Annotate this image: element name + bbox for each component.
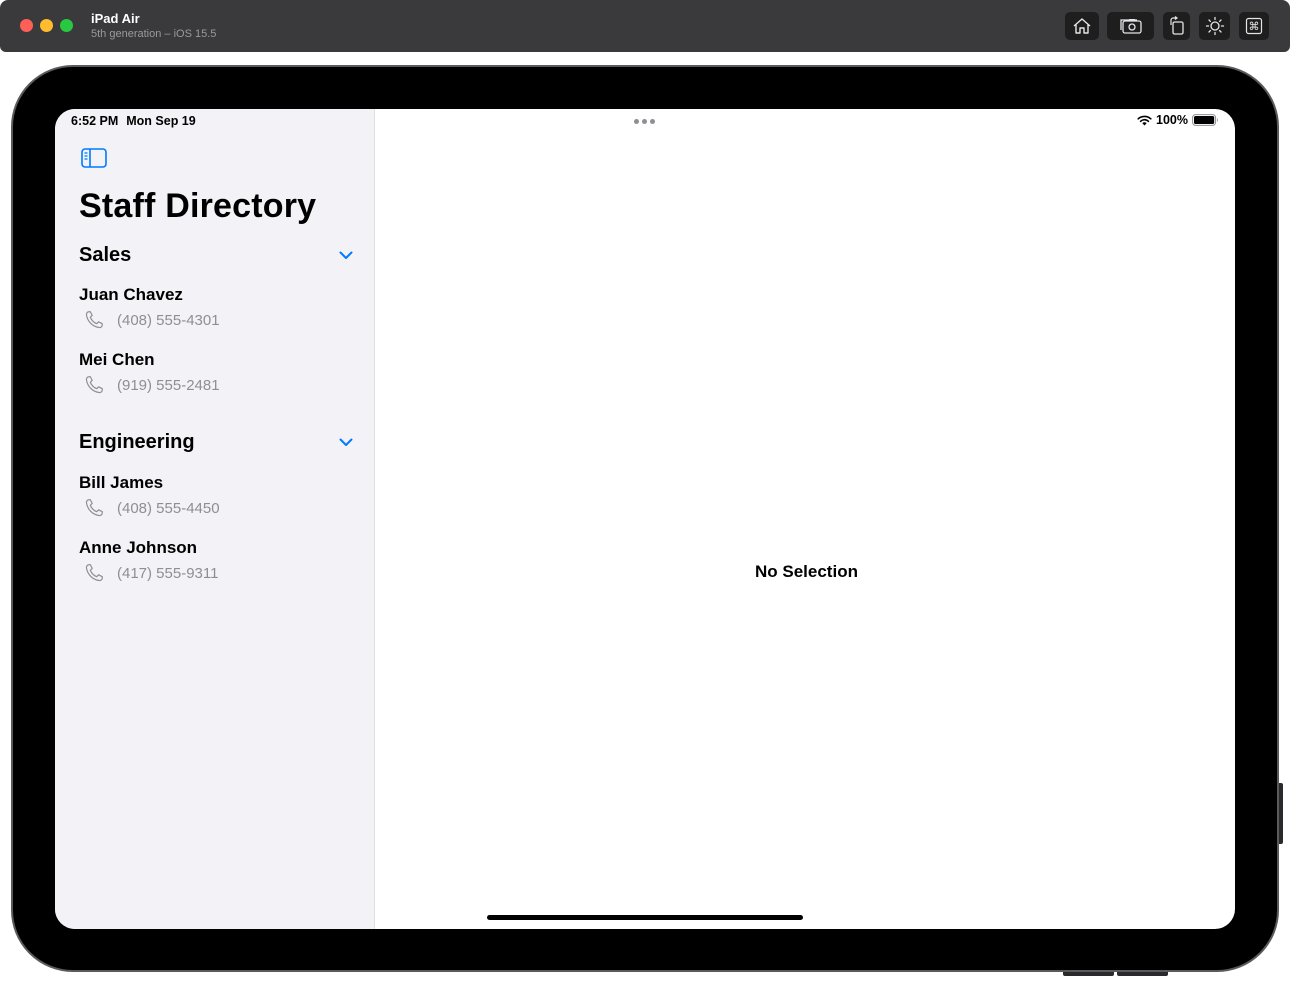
- home-button[interactable]: [1065, 12, 1099, 40]
- ipad-screen: 6:52 PM Mon Sep 19 Staff Directory Sales …: [55, 109, 1235, 929]
- phone-icon: [85, 311, 103, 329]
- page-title: Staff Directory: [79, 187, 317, 225]
- contact-name: Anne Johnson: [79, 538, 198, 557]
- device-button-right: [1117, 972, 1168, 976]
- multitasking-menu-button[interactable]: [634, 119, 655, 124]
- sidebar-toggle-button[interactable]: [81, 148, 107, 173]
- screenshot-button[interactable]: [1107, 12, 1154, 40]
- phone-icon: [85, 376, 103, 394]
- contact-phone: (919) 555-2481: [117, 376, 220, 394]
- svg-text:⌘: ⌘: [1249, 20, 1260, 33]
- contact-phone: (417) 555-9311: [117, 564, 219, 582]
- sidebar: 6:52 PM Mon Sep 19 Staff Directory Sales …: [55, 109, 375, 929]
- section-header-sales[interactable]: Sales: [79, 241, 355, 269]
- phone-icon: [85, 499, 103, 517]
- device-button-left: [1063, 972, 1114, 976]
- section-header-engineering[interactable]: Engineering: [79, 428, 355, 456]
- contact-name: Bill James: [79, 473, 164, 492]
- list-item[interactable]: Anne Johnson (417) 555-9311: [79, 538, 355, 590]
- status-time: 6:52 PM: [71, 114, 119, 128]
- status-bar-right: 100%: [1137, 113, 1219, 127]
- simulator-device-name: iPad Air: [91, 11, 140, 26]
- home-indicator[interactable]: [487, 915, 803, 920]
- dot: [642, 119, 647, 124]
- list-item[interactable]: Juan Chavez (408) 555-4301: [79, 285, 355, 337]
- zoom-window-button[interactable]: [60, 19, 73, 32]
- contact-phone-row: (919) 555-2481: [83, 374, 220, 396]
- sidebar-icon: [81, 148, 107, 168]
- volume-button: [1279, 783, 1283, 844]
- contact-phone: (408) 555-4301: [117, 311, 220, 329]
- contact-name: Mei Chen: [79, 350, 155, 369]
- contact-phone-row: (408) 555-4301: [83, 309, 220, 331]
- battery-percent: 100%: [1156, 113, 1188, 127]
- minimize-window-button[interactable]: [40, 19, 53, 32]
- rotate-button[interactable]: [1163, 12, 1190, 40]
- section-title: Sales: [79, 243, 132, 266]
- appearance-button[interactable]: [1199, 12, 1230, 40]
- list-item[interactable]: Bill James (408) 555-4450: [79, 473, 355, 525]
- simulator-device-detail: 5th generation – iOS 15.5: [91, 28, 217, 40]
- appearance-icon: [1205, 16, 1224, 36]
- screenshot-icon: [1119, 19, 1142, 34]
- status-bar-time: 6:52 PM Mon Sep 19: [71, 114, 196, 128]
- dot: [650, 119, 655, 124]
- section-title: Engineering: [79, 430, 195, 453]
- chevron-down-icon: [339, 251, 353, 259]
- close-window-button[interactable]: [20, 19, 33, 32]
- contact-name: Juan Chavez: [79, 285, 183, 304]
- status-date: Mon Sep 19: [126, 114, 196, 128]
- no-selection-label: No Selection: [755, 562, 858, 581]
- simulator-toolbar: iPad Air 5th generation – iOS 15.5 ⌘: [0, 0, 1290, 52]
- command-icon: ⌘: [1245, 17, 1263, 35]
- chevron-down-icon: [339, 438, 353, 446]
- contact-phone: (408) 555-4450: [117, 499, 220, 517]
- contact-phone-row: (417) 555-9311: [83, 562, 218, 584]
- home-icon: [1073, 18, 1091, 34]
- phone-icon: [85, 564, 103, 582]
- list-item[interactable]: Mei Chen (919) 555-2481: [79, 350, 355, 402]
- contact-phone-row: (408) 555-4450: [83, 497, 220, 519]
- dot: [634, 119, 639, 124]
- rotate-icon: [1169, 16, 1184, 35]
- keyboard-shortcuts-button[interactable]: ⌘: [1239, 12, 1269, 40]
- wifi-icon: [1137, 115, 1152, 125]
- battery-icon: [1192, 114, 1218, 126]
